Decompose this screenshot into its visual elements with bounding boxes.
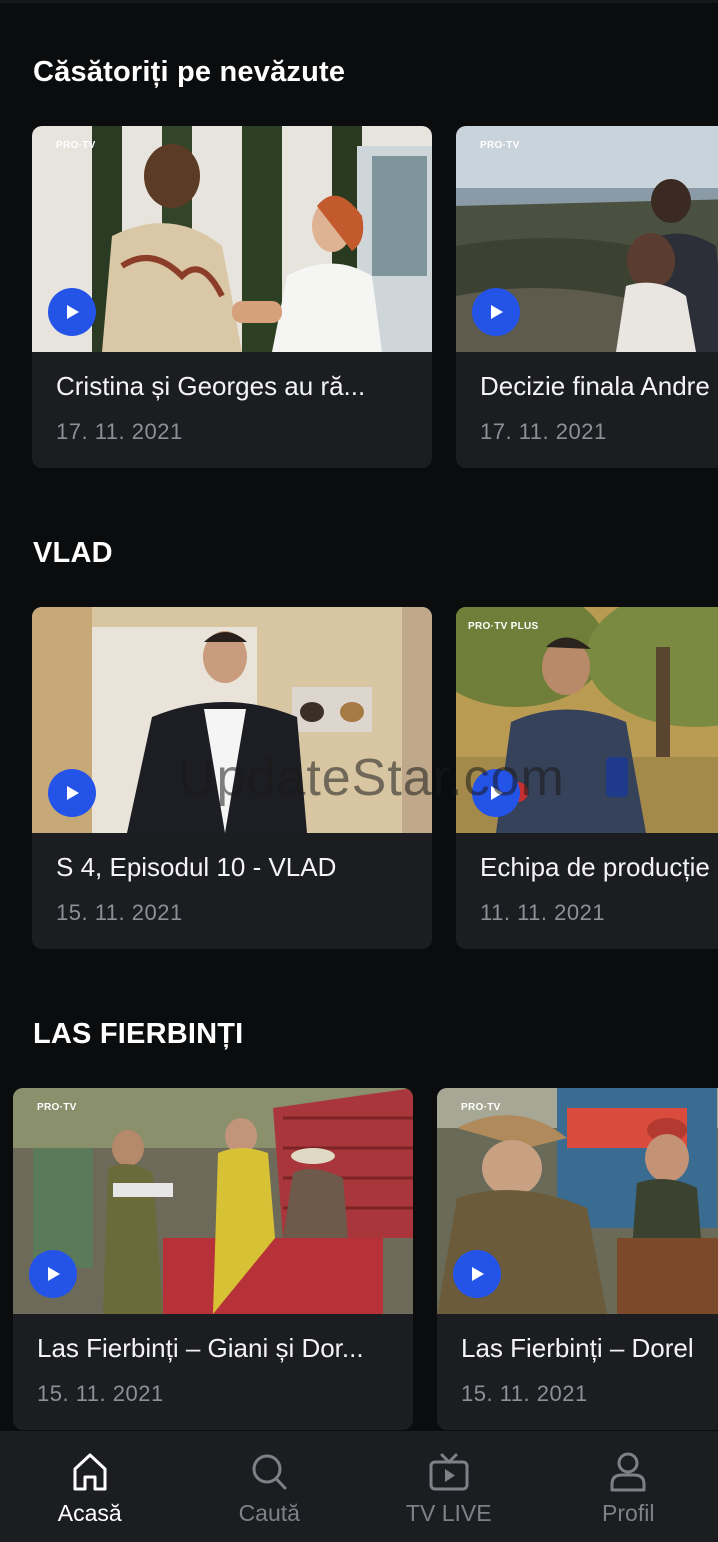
channel-logo: PRO·TV [480, 140, 520, 151]
app-screen: Căsătoriți pe nevăzute PRO·TV Cristina ș… [0, 0, 718, 1542]
video-date: 17. 11. 2021 [56, 419, 183, 444]
play-icon [67, 786, 79, 800]
play-button[interactable] [48, 288, 96, 336]
video-thumbnail [32, 607, 432, 833]
section-title: LAS FIERBINȚI [33, 1018, 244, 1050]
video-thumbnail: PRO·TV [32, 126, 432, 352]
play-icon [472, 1267, 484, 1281]
play-icon [491, 305, 503, 319]
video-thumbnail: PRO·TV [13, 1088, 413, 1314]
nav-item-home[interactable]: Acasă [0, 1431, 180, 1542]
section-title: Căsătoriți pe nevăzute [33, 56, 346, 88]
channel-logo: PRO·TV [461, 1102, 501, 1113]
video-date: 15. 11. 2021 [37, 1381, 164, 1406]
video-title: Decizie finala Andre [480, 371, 710, 401]
play-icon [67, 305, 79, 319]
profile-icon [610, 1452, 646, 1492]
nav-label: TV LIVE [405, 1500, 492, 1526]
tv-icon [429, 1453, 469, 1491]
nav-item-profile[interactable]: Profil [539, 1431, 718, 1542]
video-title: Las Fierbinți – Giani și Dor... [37, 1333, 364, 1363]
nav-label: Acasă [57, 1500, 122, 1526]
play-button[interactable] [472, 769, 520, 817]
play-button[interactable] [453, 1250, 501, 1298]
card-row[interactable]: PRO·TV Las Fierbinți – Giani și Dor... 1… [0, 1088, 718, 1430]
play-button[interactable] [48, 769, 96, 817]
status-strip [0, 0, 718, 3]
card-row[interactable]: PRO·TV Cristina și Georges au ră... 17. … [0, 126, 718, 468]
channel-logo: PRO·TV [56, 140, 96, 151]
play-button[interactable] [472, 288, 520, 336]
channel-logo: PRO·TV [37, 1102, 77, 1113]
section-title: VLAD [33, 537, 113, 569]
nav-item-search[interactable]: Caută [180, 1431, 360, 1542]
search-icon [252, 1454, 287, 1490]
video-title: Cristina și Georges au ră... [56, 371, 366, 401]
play-icon [48, 1267, 60, 1281]
video-title: Las Fierbinți – Dorel [461, 1333, 694, 1363]
home-icon [73, 1453, 107, 1491]
video-thumbnail: PRO·TV PLUS [456, 607, 718, 833]
video-card[interactable]: PRO·TV PLUS Echipa de producție 11. 11. … [456, 607, 718, 949]
video-card[interactable]: PRO·TV Decizie finala Andre 17. 11. 2021 [456, 126, 718, 468]
card-row[interactable]: S 4, Episodul 10 - VLAD 15. 11. 2021 PRO… [0, 607, 718, 949]
video-thumbnail: PRO·TV [437, 1088, 718, 1314]
video-title: Echipa de producție [480, 852, 710, 882]
nav-item-tv-live[interactable]: TV LIVE [359, 1431, 539, 1542]
video-card[interactable]: PRO·TV Las Fierbinți – Giani și Dor... 1… [13, 1088, 413, 1430]
play-button[interactable] [29, 1250, 77, 1298]
nav-label: Caută [238, 1500, 300, 1526]
nav-label: Profil [602, 1500, 655, 1526]
video-date: 15. 11. 2021 [56, 900, 183, 925]
video-card[interactable]: PRO·TV Cristina și Georges au ră... 17. … [32, 126, 432, 468]
video-card[interactable]: PRO·TV Las Fierbinți – Dorel 15. 11. 202… [437, 1088, 718, 1430]
video-card[interactable]: S 4, Episodul 10 - VLAD 15. 11. 2021 [32, 607, 432, 949]
play-icon [491, 786, 503, 800]
bottom-navigation: Acasă Caută TV LIVE Profil [0, 1431, 718, 1542]
video-date: 11. 11. 2021 [480, 900, 606, 925]
video-date: 17. 11. 2021 [480, 419, 607, 444]
channel-logo: PRO·TV PLUS [468, 621, 539, 632]
video-thumbnail: PRO·TV [456, 126, 718, 352]
video-date: 15. 11. 2021 [461, 1381, 588, 1406]
video-title: S 4, Episodul 10 - VLAD [56, 852, 337, 882]
